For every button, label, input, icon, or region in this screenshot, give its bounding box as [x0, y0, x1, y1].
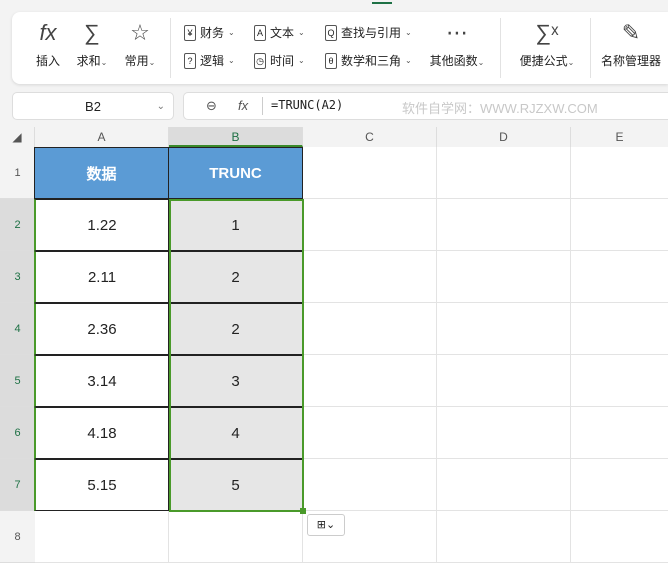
cell-b2[interactable]: 1 — [168, 199, 303, 251]
math-button[interactable]: θ 数学和三角 ⌄ — [325, 52, 412, 69]
cell-e6[interactable] — [571, 407, 668, 459]
row-header[interactable]: 4 — [0, 303, 35, 355]
formula-input[interactable]: =TRUNC(A2) — [271, 98, 343, 112]
cell-d8[interactable] — [437, 511, 571, 563]
cell-e4[interactable] — [571, 303, 668, 355]
name-manager-button[interactable]: ✎ 名称管理器 — [598, 20, 664, 69]
quick-formula-button[interactable]: ∑ˣ 便捷公式⌄ — [514, 20, 580, 69]
cell-d4[interactable] — [437, 303, 571, 355]
name-box[interactable]: B2 ⌄ — [12, 92, 174, 120]
cell-c2[interactable] — [303, 199, 437, 251]
clock-icon: ◷ — [254, 52, 266, 69]
row-header[interactable]: 1 — [0, 147, 35, 199]
cell-e3[interactable] — [571, 251, 668, 303]
formula-bar[interactable]: ⊖ fx =TRUNC(A2) 软件自学网：WWW.RJZXW.COM — [183, 92, 668, 120]
cell-c6[interactable] — [303, 407, 437, 459]
zoom-icon[interactable]: ⊖ — [206, 98, 217, 114]
active-tab-indicator — [372, 2, 392, 4]
formula-ribbon: fx 插入 ∑ 求和⌄ ☆ 常用⌄ ¥ 财务 ⌄ A 文本 ⌄ Q 查找与引用 ⌄ ? 逻辑 ⌄ ◷ 时… — [12, 12, 668, 84]
star-icon: ☆ — [130, 20, 150, 45]
cell-d5[interactable] — [437, 355, 571, 407]
cell-c4[interactable] — [303, 303, 437, 355]
cell-b8[interactable] — [169, 511, 303, 563]
cell-b5[interactable]: 3 — [168, 355, 303, 407]
text-icon: A — [254, 24, 266, 41]
cell-c3[interactable] — [303, 251, 437, 303]
cell-e2[interactable] — [571, 199, 668, 251]
row-header[interactable]: 8 — [0, 511, 35, 563]
text-button[interactable]: A 文本 ⌄ — [254, 24, 305, 41]
select-all-corner[interactable]: ◢ — [0, 127, 35, 147]
fx-icon[interactable]: fx — [238, 98, 248, 113]
sigma-icon: ∑ — [84, 20, 100, 45]
cell-b1[interactable]: TRUNC — [168, 147, 303, 199]
row-header[interactable]: 2 — [0, 199, 35, 251]
lookup-icon: Q — [325, 24, 337, 41]
cell-d3[interactable] — [437, 251, 571, 303]
cell-e7[interactable] — [571, 459, 668, 511]
cell-c7[interactable] — [303, 459, 437, 511]
cell-a1[interactable]: 数据 — [34, 147, 169, 199]
cell-d1[interactable] — [437, 147, 571, 199]
cell-d2[interactable] — [437, 199, 571, 251]
cell-a6[interactable]: 4.18 — [34, 407, 169, 459]
name-manager-icon: ✎ — [621, 20, 641, 45]
cell-b6[interactable]: 4 — [168, 407, 303, 459]
cell-a5[interactable]: 3.14 — [34, 355, 169, 407]
cell-a4[interactable]: 2.36 — [34, 303, 169, 355]
more-icon: ⋯ — [446, 20, 468, 45]
cell-d6[interactable] — [437, 407, 571, 459]
column-header-b[interactable]: B — [169, 127, 303, 147]
cell-c5[interactable] — [303, 355, 437, 407]
finance-icon: ¥ — [184, 24, 196, 41]
cell-b7[interactable]: 5 — [168, 459, 303, 511]
watermark: 软件自学网：WWW.RJZXW.COM — [402, 101, 598, 116]
math-icon: θ — [325, 52, 337, 69]
cell-e5[interactable] — [571, 355, 668, 407]
insert-function-button[interactable]: fx 插入 — [28, 20, 68, 69]
common-functions-button[interactable]: ☆ 常用⌄ — [118, 20, 162, 69]
lookup-button[interactable]: Q 查找与引用 ⌄ — [325, 24, 412, 41]
other-functions-button[interactable]: ⋯ 其他函数⌄ — [426, 20, 488, 69]
autosum-button[interactable]: ∑ 求和⌄ — [70, 20, 114, 69]
row-header[interactable]: 3 — [0, 251, 35, 303]
formula-divider — [262, 97, 263, 115]
fx-icon: fx — [39, 20, 57, 45]
column-header-e[interactable]: E — [571, 127, 668, 147]
cell-d7[interactable] — [437, 459, 571, 511]
row-header[interactable]: 6 — [0, 407, 35, 459]
column-header-a[interactable]: A — [35, 127, 169, 147]
row-header[interactable]: 7 — [0, 459, 35, 511]
finance-button[interactable]: ¥ 财务 ⌄ — [184, 24, 235, 41]
chevron-down-icon[interactable]: ⌄ — [157, 101, 165, 112]
cell-e8[interactable] — [571, 511, 668, 563]
cell-a8[interactable] — [35, 511, 169, 563]
paste-options-button[interactable]: ⊞⌄ — [307, 514, 345, 536]
cell-c1[interactable] — [303, 147, 437, 199]
cell-e1[interactable] — [571, 147, 668, 199]
column-header-d[interactable]: D — [437, 127, 571, 147]
fill-handle[interactable] — [300, 508, 306, 514]
cell-a7[interactable]: 5.15 — [34, 459, 169, 511]
cell-b3[interactable]: 2 — [168, 251, 303, 303]
row-header[interactable]: 5 — [0, 355, 35, 407]
logic-icon: ? — [184, 52, 196, 69]
logic-button[interactable]: ? 逻辑 ⌄ — [184, 52, 235, 69]
cell-a2[interactable]: 1.22 — [34, 199, 169, 251]
cell-b4[interactable]: 2 — [168, 303, 303, 355]
cell-a3[interactable]: 2.11 — [34, 251, 169, 303]
time-button[interactable]: ◷ 时间 ⌄ — [254, 52, 305, 69]
sigma-plus-icon: ∑ˣ — [535, 20, 559, 45]
column-header-c[interactable]: C — [303, 127, 437, 147]
